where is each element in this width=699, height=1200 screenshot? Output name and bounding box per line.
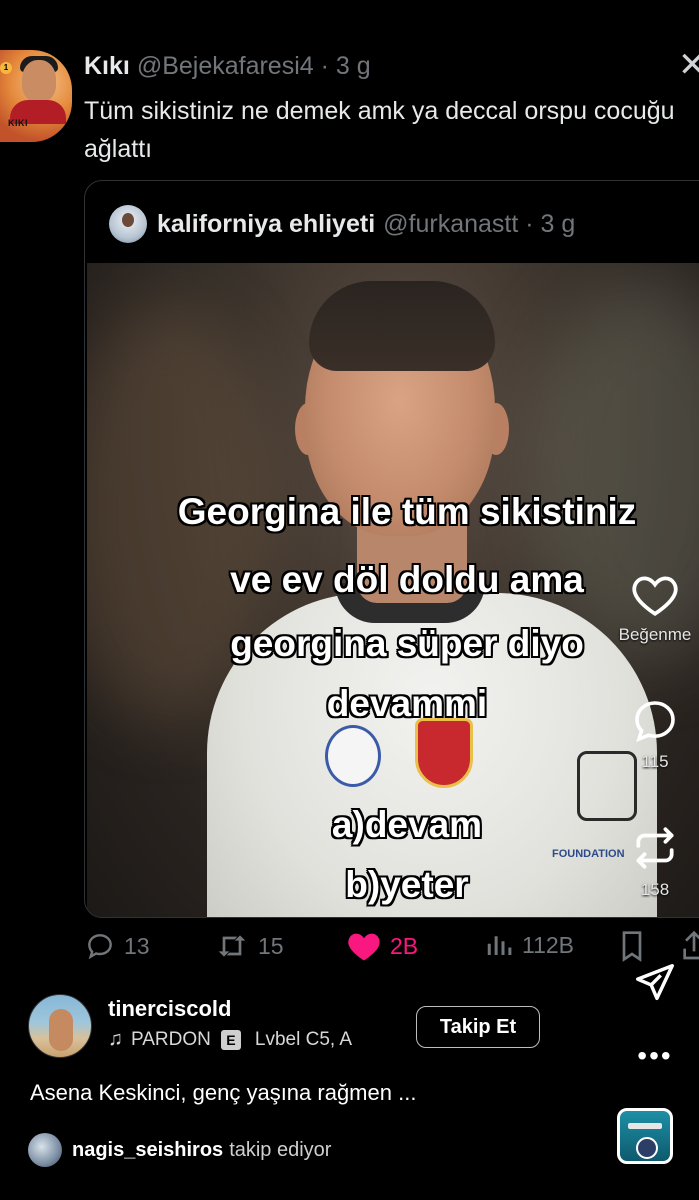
reel-author-avatar[interactable] (28, 994, 92, 1058)
overlay-text-line: georgina süper diyo (230, 623, 584, 664)
music-note-icon: ♫ (108, 1028, 123, 1050)
music-title: PARDON (131, 1028, 211, 1050)
bookmark-icon (622, 931, 642, 962)
portugal-crest (415, 718, 473, 788)
comment-icon (635, 701, 675, 743)
repost-icon (636, 827, 674, 869)
avatar-tag: KIKI (8, 118, 28, 128)
quoted-author-name[interactable]: kaliforniya ehliyeti (157, 210, 375, 239)
like-count: 2B (390, 932, 419, 959)
heart-outline-icon (632, 576, 678, 616)
tweet-header: Kıkı @Bejekafaresi4 · 3 g (84, 52, 371, 81)
bookmark-button[interactable] (618, 930, 654, 962)
reel-author-username[interactable]: tinerciscold (108, 996, 231, 1022)
music-artist: Lvbel C5, A (254, 1028, 353, 1050)
retweet-icon (218, 935, 246, 957)
share-button[interactable] (680, 930, 699, 962)
tweet-author-handle[interactable]: @Bejekafaresi4 · 3 g (137, 52, 371, 80)
overlay-text-line: devammi (326, 683, 488, 724)
tweet-text: Tüm sikistiniz ne demek amk ya deccal or… (84, 97, 675, 163)
followed-by-row[interactable]: nagis_seishiros takip ediyor (28, 1133, 331, 1167)
explicit-badge: E (220, 1029, 241, 1050)
reply-count: 13 (124, 932, 150, 959)
views-count: 112B (522, 931, 575, 958)
reel-like-button[interactable]: Beğenme (610, 572, 699, 645)
close-icon[interactable]: ✕ (678, 48, 699, 82)
reel-caption[interactable]: Asena Keskinci, genç yaşına rağmen ... (30, 1080, 416, 1106)
retweet-count: 15 (258, 932, 284, 959)
heart-filled-icon (348, 933, 380, 961)
reel-like-label: Beğenme (618, 625, 692, 644)
reel-music-row[interactable]: ♫ PARDON E Lvbel C5, A (108, 1028, 352, 1051)
follow-button[interactable]: Takip Et (416, 1006, 540, 1048)
overlay-text-line: ve ev döl doldu ama (230, 559, 584, 600)
tweet-author-avatar[interactable]: 1 KIKI (0, 50, 72, 142)
quoted-author-handle[interactable]: @furkanastt · 3 g (383, 210, 575, 239)
follower-username: nagis_seishiros (72, 1138, 224, 1161)
reel-comment-button[interactable]: 115 (610, 697, 699, 772)
reel-repost-count: 158 (640, 880, 670, 899)
tweet-action-bar: 13 15 2B 112B (84, 930, 699, 970)
quoted-tweet-image[interactable]: FOUNDATION Georgina ile tüm sikistiniz v… (87, 263, 699, 917)
views-button[interactable]: 112B (484, 930, 574, 960)
follower-avatar (28, 1133, 62, 1167)
retweet-button[interactable]: 15 (214, 930, 284, 962)
quoted-tweet-card[interactable]: kaliforniya ehliyeti @furkanastt · 3 g F… (84, 180, 699, 918)
avatar-badge: 1 (0, 62, 12, 74)
reel-comment-count: 115 (641, 752, 669, 771)
reel-repost-button[interactable]: 158 (610, 823, 699, 900)
quoted-author-avatar[interactable] (109, 205, 147, 243)
quoted-tweet-header: kaliforniya ehliyeti @furkanastt · 3 g (109, 205, 575, 243)
tweet-author-name[interactable]: Kıkı (84, 52, 130, 80)
follower-text: takip ediyor (229, 1138, 332, 1161)
audio-thumbnail[interactable] (617, 1108, 673, 1164)
share-icon (683, 930, 699, 960)
like-button[interactable]: 2B (346, 930, 418, 962)
reply-icon (88, 934, 112, 960)
reply-button[interactable]: 13 (84, 930, 150, 962)
overlay-text-line: b)yeter (345, 864, 469, 905)
views-icon (487, 936, 512, 955)
reel-author-row: tinerciscold ♫ PARDON E Lvbel C5, A Taki… (28, 994, 688, 1064)
overlay-text-line: a)devam (331, 804, 483, 845)
overlay-text-line: Georgina ile tüm sikistiniz (177, 491, 637, 532)
league-patch (325, 725, 381, 787)
